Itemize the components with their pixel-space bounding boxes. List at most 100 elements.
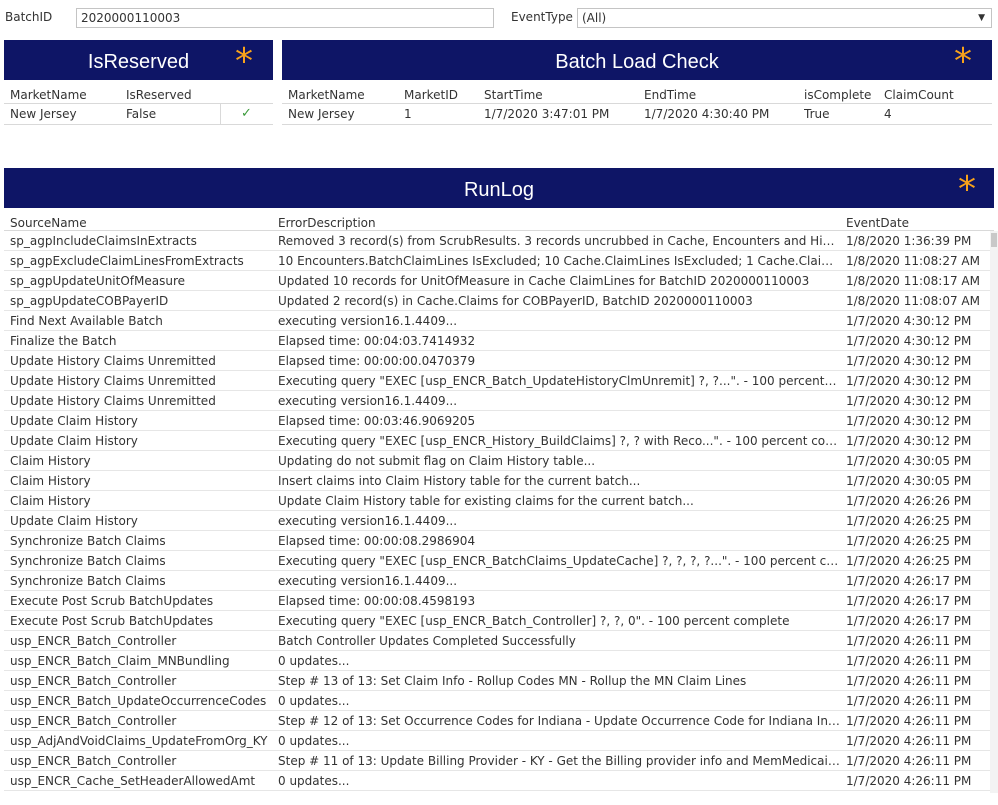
table-row[interactable]: usp_ENCR_Batch_Controller Batch Controlle…	[4, 631, 990, 651]
table-row[interactable]: Update History Claims Unremitted Elapsed …	[4, 351, 990, 371]
divider	[4, 103, 273, 104]
table-row[interactable]: usp_ENCR_Batch_UpdateOccurrenceCodes 0 up…	[4, 691, 990, 711]
error-description-cell: Updated 2 record(s) in Cache.Claims for …	[278, 294, 753, 308]
runlog-header-sourcename: SourceName	[10, 216, 87, 230]
event-date-cell: 1/8/2020 1:36:39 PM	[846, 234, 972, 248]
batch-load-check-title: Batch Load Check	[555, 51, 719, 73]
event-date-cell: 1/7/2020 4:26:26 PM	[846, 494, 972, 508]
source-name-cell: Update History Claims Unremitted	[10, 394, 216, 408]
error-description-cell: Step # 13 of 13: Set Claim Info - Rollup…	[278, 674, 747, 688]
event-date-cell: 1/8/2020 11:08:07 AM	[846, 294, 980, 308]
event-date-cell: 1/7/2020 4:30:12 PM	[846, 434, 972, 448]
event-date-cell: 1/7/2020 4:26:11 PM	[846, 714, 972, 728]
error-description-cell: Elapsed time: 00:03:46.9069205	[278, 414, 476, 428]
error-description-cell: executing version16.1.4409...	[278, 514, 458, 528]
isreserved-header-marketname: MarketName	[10, 88, 87, 102]
source-name-cell: Update Claim History	[10, 434, 138, 448]
blc-header-marketname: MarketName	[288, 88, 365, 102]
runlog-title: RunLog	[463, 179, 535, 201]
source-name-cell: Find Next Available Batch	[10, 314, 163, 328]
isreserved-header-isreserved: IsReserved	[126, 88, 192, 102]
event-date-cell: 1/7/2020 4:26:17 PM	[846, 574, 972, 588]
source-name-cell: Update Claim History	[10, 414, 138, 428]
table-row[interactable]: usp_ENCR_Batch_Claim_MNBundling 0 updates…	[4, 651, 990, 671]
table-row[interactable]: Execute Post Scrub BatchUpdates Elapsed t…	[4, 591, 990, 611]
error-description-cell: Elapsed time: 00:00:08.4598193	[278, 594, 476, 608]
table-row[interactable]: Update Claim History executing version16.…	[4, 511, 990, 531]
table-row[interactable]: Find Next Available Batch executing versi…	[4, 311, 990, 331]
error-description-cell: 0 updates...	[278, 734, 350, 748]
table-row[interactable]: Update Claim History Elapsed time: 00:03:…	[4, 411, 990, 431]
event-date-cell: 1/7/2020 4:26:11 PM	[846, 754, 972, 768]
event-type-value: (All)	[582, 11, 607, 25]
error-description-cell: Executing query "EXEC [usp_ENCR_Batch_Co…	[278, 614, 790, 628]
event-date-cell: 1/7/2020 4:30:12 PM	[846, 314, 972, 328]
source-name-cell: Update History Claims Unremitted	[10, 374, 216, 388]
divider	[4, 124, 273, 125]
table-row[interactable]: Claim History Updating do not submit flag…	[4, 451, 990, 471]
event-date-cell: 1/7/2020 4:26:11 PM	[846, 694, 972, 708]
event-type-label: EventType	[511, 10, 573, 24]
source-name-cell: Synchronize Batch Claims	[10, 534, 166, 548]
table-row[interactable]: sp_agpExcludeClaimLinesFromExtracts 10 En…	[4, 251, 990, 271]
source-name-cell: Synchronize Batch Claims	[10, 574, 166, 588]
scrollbar-thumb[interactable]	[991, 233, 997, 247]
table-row[interactable]: usp_ENCR_Batch_Controller Step # 12 of 13…	[4, 711, 990, 731]
event-type-select[interactable]: (All) ▼	[577, 8, 992, 28]
blc-cell-marketid: 1	[404, 107, 412, 121]
error-description-cell: Removed 3 record(s) from ScrubResults. 3…	[278, 234, 840, 248]
filter-bar: BatchID 2020000110003 EventType (All) ▼	[0, 0, 998, 36]
vertical-scrollbar[interactable]	[990, 231, 998, 793]
event-date-cell: 1/7/2020 4:30:12 PM	[846, 374, 972, 388]
table-row[interactable]: Synchronize Batch Claims Executing query …	[4, 551, 990, 571]
table-row[interactable]: sp_agpUpdateUnitOfMeasure Updated 10 reco…	[4, 271, 990, 291]
blc-header-starttime: StartTime	[484, 88, 543, 102]
event-date-cell: 1/7/2020 4:26:25 PM	[846, 554, 972, 568]
source-name-cell: Claim History	[10, 454, 91, 468]
isreserved-title: IsReserved	[87, 51, 190, 73]
error-description-cell: Elapsed time: 00:00:08.2986904	[278, 534, 476, 548]
table-row[interactable]: Update Claim History Executing query "EXE…	[4, 431, 990, 451]
table-row[interactable]: Update History Claims Unremitted executin…	[4, 391, 990, 411]
table-row[interactable]: Claim History Update Claim History table …	[4, 491, 990, 511]
runlog-table-body[interactable]: sp_agpIncludeClaimsInExtracts Removed 3 r…	[4, 231, 990, 793]
table-row[interactable]: usp_ENCR_Cache_SetHeaderAllowedAmt 0 upda…	[4, 771, 990, 791]
blc-cell-claimcount: 4	[884, 107, 892, 121]
table-row[interactable]: usp_AdjAndVoidClaims_UpdateFromOrg_KY 0 u…	[4, 731, 990, 751]
blc-cell-marketname: New Jersey	[288, 107, 355, 121]
error-description-cell: Executing query "EXEC [usp_ENCR_History_…	[278, 434, 840, 448]
event-date-cell: 1/7/2020 4:30:12 PM	[846, 334, 972, 348]
error-description-cell: Step # 11 of 13: Update Billing Provider…	[278, 754, 840, 768]
blc-header-iscomplete: isComplete	[804, 88, 872, 102]
table-row[interactable]: Execute Post Scrub BatchUpdates Executing…	[4, 611, 990, 631]
source-name-cell: Finalize the Batch	[10, 334, 117, 348]
event-date-cell: 1/7/2020 4:30:12 PM	[846, 394, 972, 408]
chevron-down-icon[interactable]: ▼	[978, 9, 985, 27]
table-row[interactable]: Update History Claims Unremitted Executin…	[4, 371, 990, 391]
batch-id-input[interactable]: 2020000110003	[76, 8, 494, 28]
event-date-cell: 1/7/2020 4:26:11 PM	[846, 734, 972, 748]
source-name-cell: usp_ENCR_Batch_Controller	[10, 674, 177, 688]
table-row[interactable]: Synchronize Batch Claims Elapsed time: 00…	[4, 531, 990, 551]
source-name-cell: Claim History	[10, 494, 91, 508]
table-row[interactable]: usp_ENCR_Batch_Controller Step # 11 of 13…	[4, 751, 990, 771]
blc-cell-endtime: 1/7/2020 4:30:40 PM	[644, 107, 770, 121]
batch-id-label: BatchID	[5, 10, 53, 24]
table-row[interactable]: sp_agpUpdateCOBPayerID Updated 2 record(s…	[4, 291, 990, 311]
source-name-cell: usp_ENCR_Batch_Controller	[10, 634, 177, 648]
error-description-cell: executing version16.1.4409...	[278, 394, 458, 408]
table-row[interactable]: Finalize the Batch Elapsed time: 00:04:03…	[4, 331, 990, 351]
asterisk-icon: *	[235, 41, 253, 82]
error-description-cell: Executing query "EXEC [usp_ENCR_Batch_Up…	[278, 374, 840, 388]
table-row[interactable]: usp_ENCR_Batch_Controller Step # 13 of 13…	[4, 671, 990, 691]
event-date-cell: 1/7/2020 4:26:11 PM	[846, 774, 972, 788]
error-description-cell: Elapsed time: 00:00:00.0470379	[278, 354, 476, 368]
blc-header-endtime: EndTime	[644, 88, 697, 102]
table-row[interactable]: sp_agpIncludeClaimsInExtracts Removed 3 r…	[4, 231, 990, 251]
error-description-cell: Step # 12 of 13: Set Occurrence Codes fo…	[278, 714, 840, 728]
divider	[282, 124, 992, 125]
table-row[interactable]: Synchronize Batch Claims executing versio…	[4, 571, 990, 591]
table-row[interactable]: Claim History Insert claims into Claim Hi…	[4, 471, 990, 491]
asterisk-icon: *	[958, 169, 976, 210]
isreserved-cell-marketname: New Jersey	[10, 107, 77, 121]
